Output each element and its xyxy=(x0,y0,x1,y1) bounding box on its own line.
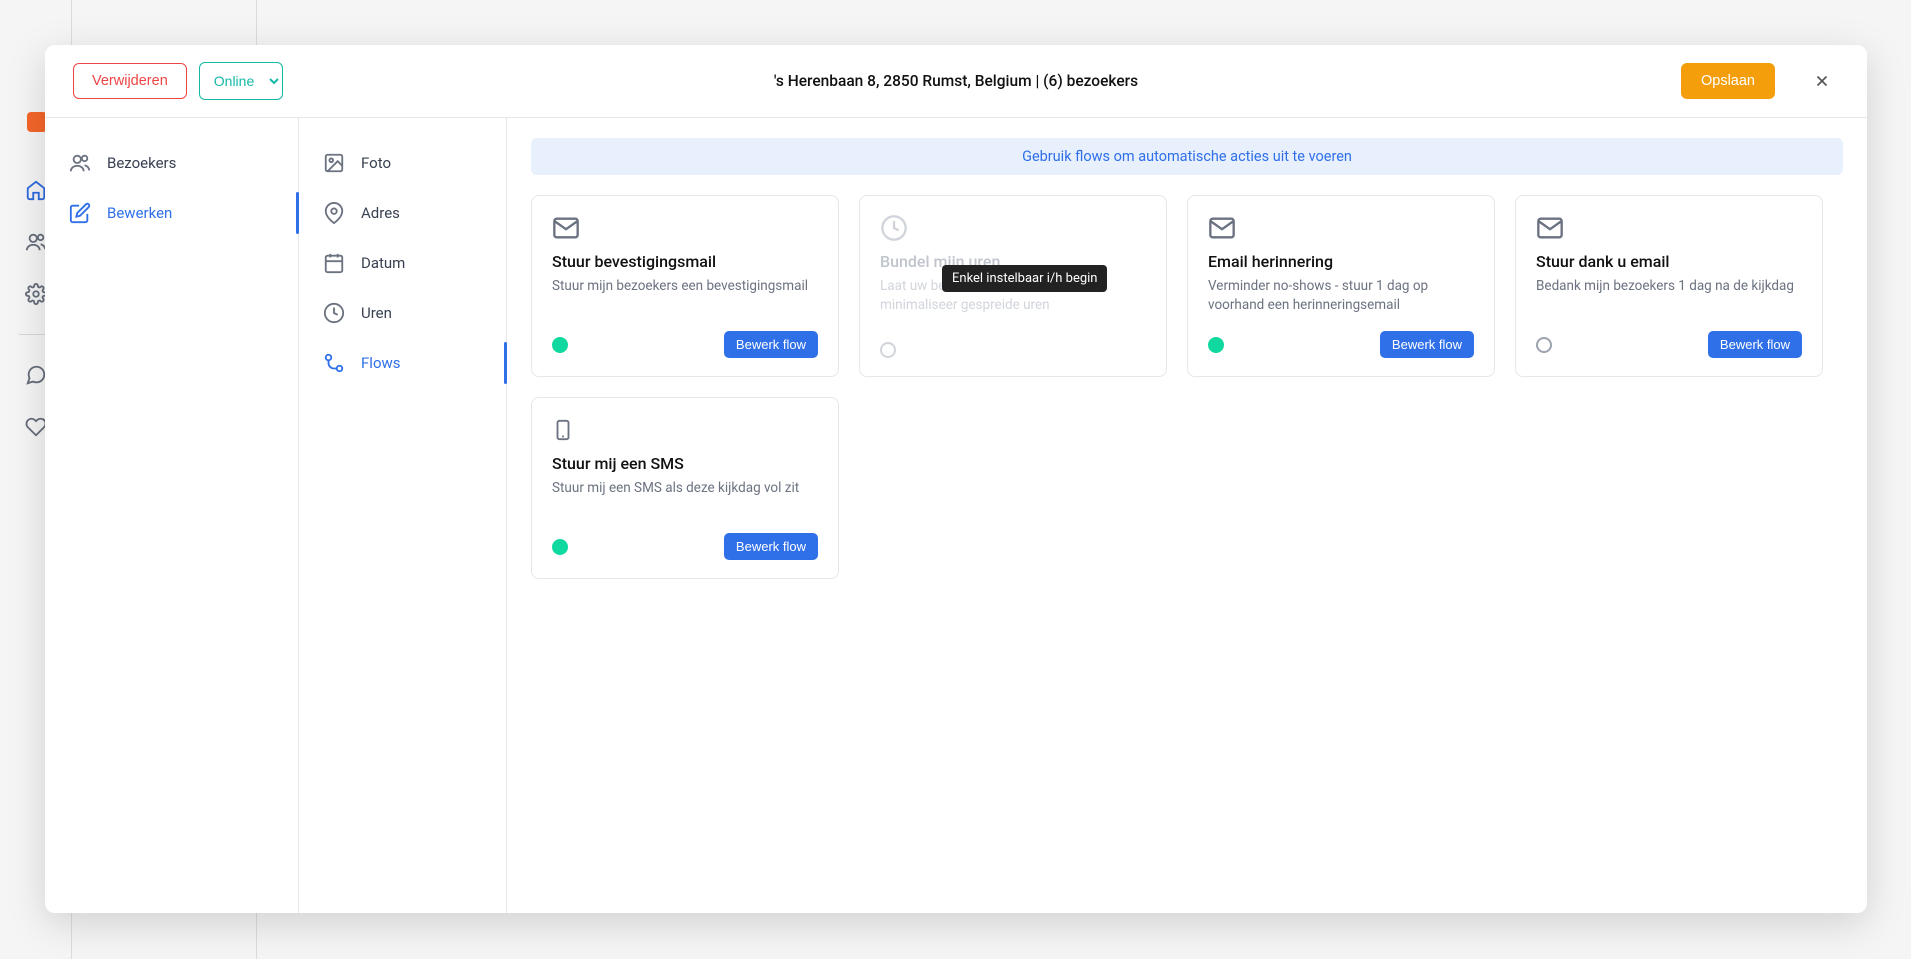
status-dot-on xyxy=(552,539,568,555)
location-icon xyxy=(323,202,345,224)
edit-modal: Verwijderen Online 's Herenbaan 8, 2850 … xyxy=(45,45,1867,913)
edit-flow-button[interactable]: Bewerk flow xyxy=(1708,331,1802,358)
mid-nav-uren[interactable]: Uren xyxy=(299,288,506,338)
mail-icon xyxy=(1536,214,1564,242)
modal-header: Verwijderen Online 's Herenbaan 8, 2850 … xyxy=(45,45,1867,118)
clock-icon xyxy=(323,302,345,324)
mid-nav-label: Foto xyxy=(361,154,391,172)
close-icon xyxy=(1813,72,1831,90)
info-banner: Gebruik flows om automatische acties uit… xyxy=(531,138,1843,175)
edit-icon xyxy=(69,202,91,224)
mid-nav: Foto Adres Datum Uren xyxy=(299,118,507,913)
status-dot-on xyxy=(1208,337,1224,353)
card-desc: Stuur mij een SMS als deze kijkdag vol z… xyxy=(552,479,818,498)
card-title: Stuur dank u email xyxy=(1536,252,1802,271)
flow-card-confirmation: Stuur bevestigingsmail Stuur mijn bezoek… xyxy=(531,195,839,377)
status-dot-on xyxy=(552,337,568,353)
clock-icon xyxy=(880,214,908,242)
left-nav: Bezoekers Bewerken xyxy=(45,118,299,913)
flow-card-sms: Stuur mij een SMS Stuur mij een SMS als … xyxy=(531,397,839,579)
card-desc: Stuur mijn bezoekers een bevestigingsmai… xyxy=(552,277,818,296)
phone-icon xyxy=(552,416,580,444)
status-select[interactable]: Online xyxy=(199,62,283,100)
flows-icon xyxy=(323,352,345,374)
flow-card-thankyou: Stuur dank u email Bedank mijn bezoekers… xyxy=(1515,195,1823,377)
edit-flow-button[interactable]: Bewerk flow xyxy=(1380,331,1474,358)
photo-icon xyxy=(323,152,345,174)
mail-icon xyxy=(1208,214,1236,242)
main-panel: Gebruik flows om automatische acties uit… xyxy=(507,118,1867,913)
mid-nav-datum[interactable]: Datum xyxy=(299,238,506,288)
calendar-icon xyxy=(323,252,345,274)
edit-flow-button[interactable]: Bewerk flow xyxy=(724,533,818,560)
left-nav-bezoekers[interactable]: Bezoekers xyxy=(45,138,298,188)
card-desc: Verminder no-shows - stuur 1 dag op voor… xyxy=(1208,277,1474,315)
tooltip: Enkel instelbaar i/h begin xyxy=(942,265,1107,292)
left-nav-bewerken[interactable]: Bewerken xyxy=(45,188,298,238)
card-desc: Bedank mijn bezoekers 1 dag na de kijkda… xyxy=(1536,277,1802,296)
mid-nav-foto[interactable]: Foto xyxy=(299,138,506,188)
mail-icon xyxy=(552,214,580,242)
delete-button[interactable]: Verwijderen xyxy=(73,63,187,99)
mid-nav-label: Flows xyxy=(361,354,401,372)
card-title: Email herinnering xyxy=(1208,252,1474,271)
left-nav-label: Bewerken xyxy=(107,204,172,222)
edit-flow-button[interactable]: Bewerk flow xyxy=(724,331,818,358)
mid-nav-flows[interactable]: Flows xyxy=(299,338,506,388)
status-dot-off xyxy=(1536,337,1552,353)
users-icon xyxy=(69,152,91,174)
status-dot-disabled xyxy=(880,342,896,358)
modal-title: 's Herenbaan 8, 2850 Rumst, Belgium | (6… xyxy=(774,72,1138,90)
card-title: Stuur mij een SMS xyxy=(552,454,818,473)
modal-body: Bezoekers Bewerken Foto Adres xyxy=(45,118,1867,913)
save-button[interactable]: Opslaan xyxy=(1681,63,1775,99)
card-title: Stuur bevestigingsmail xyxy=(552,252,818,271)
flow-cards: Stuur bevestigingsmail Stuur mijn bezoek… xyxy=(531,195,1843,579)
mid-nav-label: Adres xyxy=(361,204,400,222)
flow-card-bundle: Bundel mijn uren Laat uw bezoekers samen… xyxy=(859,195,1167,377)
mid-nav-label: Datum xyxy=(361,254,405,272)
left-nav-label: Bezoekers xyxy=(107,154,176,172)
mid-nav-adres[interactable]: Adres xyxy=(299,188,506,238)
close-button[interactable] xyxy=(1805,64,1839,98)
mid-nav-label: Uren xyxy=(361,304,392,322)
flow-card-reminder: Email herinnering Verminder no-shows - s… xyxy=(1187,195,1495,377)
